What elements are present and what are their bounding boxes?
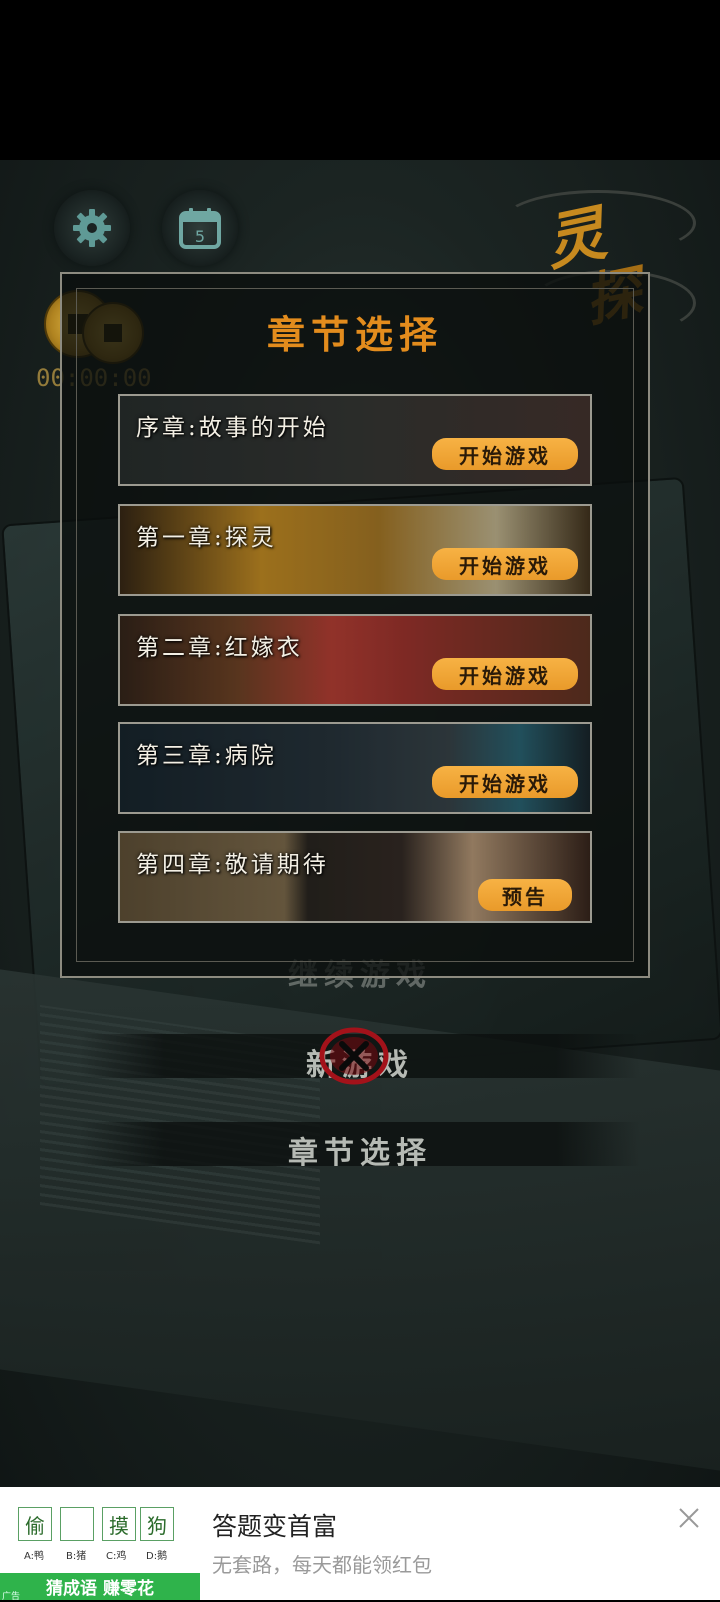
start-game-button[interactable]: 开始游戏 <box>432 438 578 470</box>
ad-tag: 广告 <box>2 1592 21 1602</box>
locked-seal-icon <box>319 1027 389 1085</box>
chapter-name: 第三章:病院 <box>136 743 277 769</box>
chapter-card-4[interactable]: 第四章:敬请期待 预告 <box>118 831 592 923</box>
ad-thumbnail[interactable]: 偷 摸 狗 A:鸭 B:猪 C:鸡 D:鹅 猜成语 赚零花 广告 <box>0 1487 200 1602</box>
chapter-name: 第四章:敬请期待 <box>136 852 329 878</box>
start-game-button[interactable]: 开始游戏 <box>432 766 578 798</box>
ad-option: C:鸡 <box>106 1551 127 1562</box>
gear-icon <box>73 209 111 247</box>
chapter-card-2[interactable]: 第二章:红嫁衣 开始游戏 <box>118 614 592 706</box>
calendar-day: 5 <box>195 227 205 246</box>
start-game-button[interactable]: 开始游戏 <box>432 658 578 690</box>
chapter-card-prologue[interactable]: 序章:故事的开始 开始游戏 <box>118 394 592 486</box>
ad-idiom-cell: 摸 <box>102 1507 136 1541</box>
start-game-button[interactable]: 开始游戏 <box>432 548 578 580</box>
calendar-button[interactable]: 5 <box>162 190 238 266</box>
chapter-name: 第一章:探灵 <box>136 525 277 551</box>
chapter-name: 第二章:红嫁衣 <box>136 635 303 661</box>
close-icon[interactable] <box>676 1505 702 1531</box>
preview-button[interactable]: 预告 <box>478 879 572 911</box>
calendar-icon: 5 <box>179 208 221 249</box>
ad-option: D:鹅 <box>146 1551 168 1562</box>
ad-banner[interactable]: 偷 摸 狗 A:鸭 B:猪 C:鸡 D:鹅 猜成语 赚零花 广告 答题变首富 无… <box>0 1487 720 1602</box>
ad-idiom-cell: 偷 <box>18 1507 52 1541</box>
chapter-select-button[interactable]: 章节选择 <box>0 1128 720 1172</box>
ad-option: A:鸭 <box>24 1551 45 1562</box>
ad-title[interactable]: 答题变首富 <box>212 1507 337 1543</box>
chapter-card-3[interactable]: 第三章:病院 开始游戏 <box>118 722 592 814</box>
ad-idiom-cell <box>60 1507 94 1541</box>
ad-option: B:猪 <box>66 1551 87 1562</box>
chapter-name: 序章:故事的开始 <box>136 415 329 441</box>
ad-thumb-banner: 猜成语 赚零花 <box>0 1573 200 1600</box>
dialog-title: 章节选择 <box>266 312 443 357</box>
ad-idiom-cell: 狗 <box>140 1507 174 1541</box>
settings-button[interactable] <box>54 190 130 266</box>
ad-subtitle: 无套路，每天都能领红包 <box>212 1553 432 1577</box>
chapter-select-dialog: 章节选择 序章:故事的开始 开始游戏 第一章:探灵 开始游戏 第二章:红嫁衣 开… <box>60 272 650 978</box>
chapter-card-1[interactable]: 第一章:探灵 开始游戏 <box>118 504 592 596</box>
